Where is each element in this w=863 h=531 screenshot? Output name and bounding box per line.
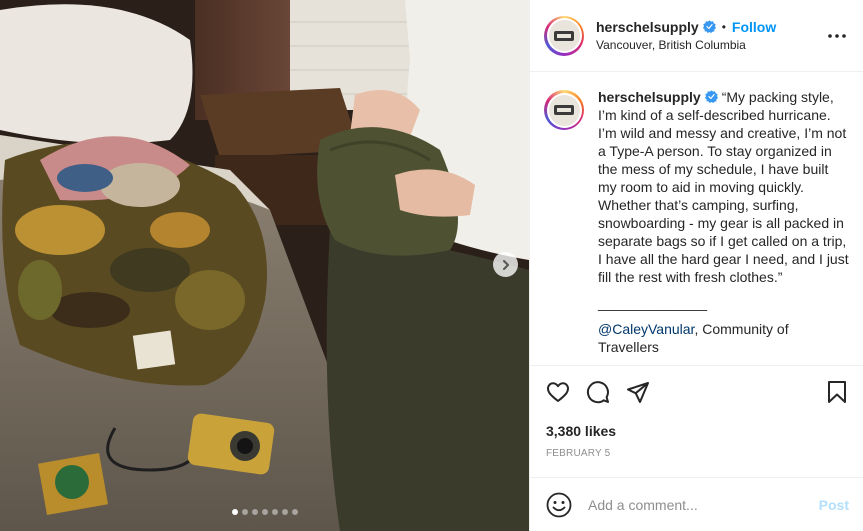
comment-icon[interactable] (586, 380, 610, 404)
caption-avatar[interactable] (544, 90, 584, 130)
brand-logo-icon (554, 30, 574, 41)
post-dialog: herschelsupply • Follow Vancouver, Briti… (0, 0, 863, 531)
comment-bar: Post (530, 477, 863, 531)
carousel-dot (271, 509, 278, 515)
mention-link[interactable]: @CaleyVanular (598, 321, 694, 337)
post-photo[interactable] (0, 0, 529, 531)
carousel-dot (241, 509, 248, 515)
more-options-button[interactable] (825, 24, 849, 48)
post-location[interactable]: Vancouver, British Columbia (596, 36, 825, 54)
avatar[interactable] (544, 15, 584, 56)
caption: herschelsupply “My packing style, I’m ki… (544, 88, 849, 365)
post-date[interactable]: FEBRUARY 5 (546, 448, 849, 459)
header-separator: • (721, 19, 726, 34)
emoji-icon[interactable] (546, 492, 572, 518)
action-icons (546, 378, 849, 406)
post-comment-button[interactable]: Post (819, 497, 849, 513)
caption-section: herschelsupply “My packing style, I’m ki… (530, 72, 863, 365)
chevron-right-icon (502, 259, 509, 270)
bookmark-icon[interactable] (825, 380, 849, 404)
heart-icon[interactable] (546, 380, 570, 404)
carousel-dot (291, 509, 298, 515)
verified-badge-icon (702, 20, 716, 33)
verified-badge-icon (704, 90, 718, 103)
post-header-text: herschelsupply • Follow Vancouver, Briti… (596, 18, 825, 54)
carousel-dot (281, 509, 288, 515)
caption-body: herschelsupply “My packing style, I’m ki… (598, 88, 849, 365)
caption-username[interactable]: herschelsupply (598, 89, 701, 105)
next-slide-button[interactable] (493, 252, 518, 277)
carousel-dot (231, 509, 238, 515)
share-icon[interactable] (626, 380, 650, 404)
caption-divider: ______________ (598, 295, 708, 311)
caption-credit: @CaleyVanular, Community of Travellers (598, 320, 849, 356)
post-actions: 3,380 likes FEBRUARY 5 (530, 365, 863, 459)
post-header: herschelsupply • Follow Vancouver, Briti… (530, 0, 863, 72)
brand-logo-icon (554, 105, 574, 115)
comment-input[interactable] (588, 496, 819, 513)
likes-count[interactable]: 3,380 likes (546, 423, 849, 439)
carousel-indicator (0, 509, 529, 515)
post-image (0, 0, 529, 531)
more-options-icon (828, 33, 846, 38)
carousel-dot (251, 509, 258, 515)
caption-text: “My packing style, I’m kind of a self-de… (598, 89, 853, 285)
carousel-dot (261, 509, 268, 515)
follow-button[interactable]: Follow (732, 18, 776, 36)
account-username[interactable]: herschelsupply (596, 18, 699, 36)
post-side-panel: herschelsupply • Follow Vancouver, Briti… (529, 0, 863, 531)
